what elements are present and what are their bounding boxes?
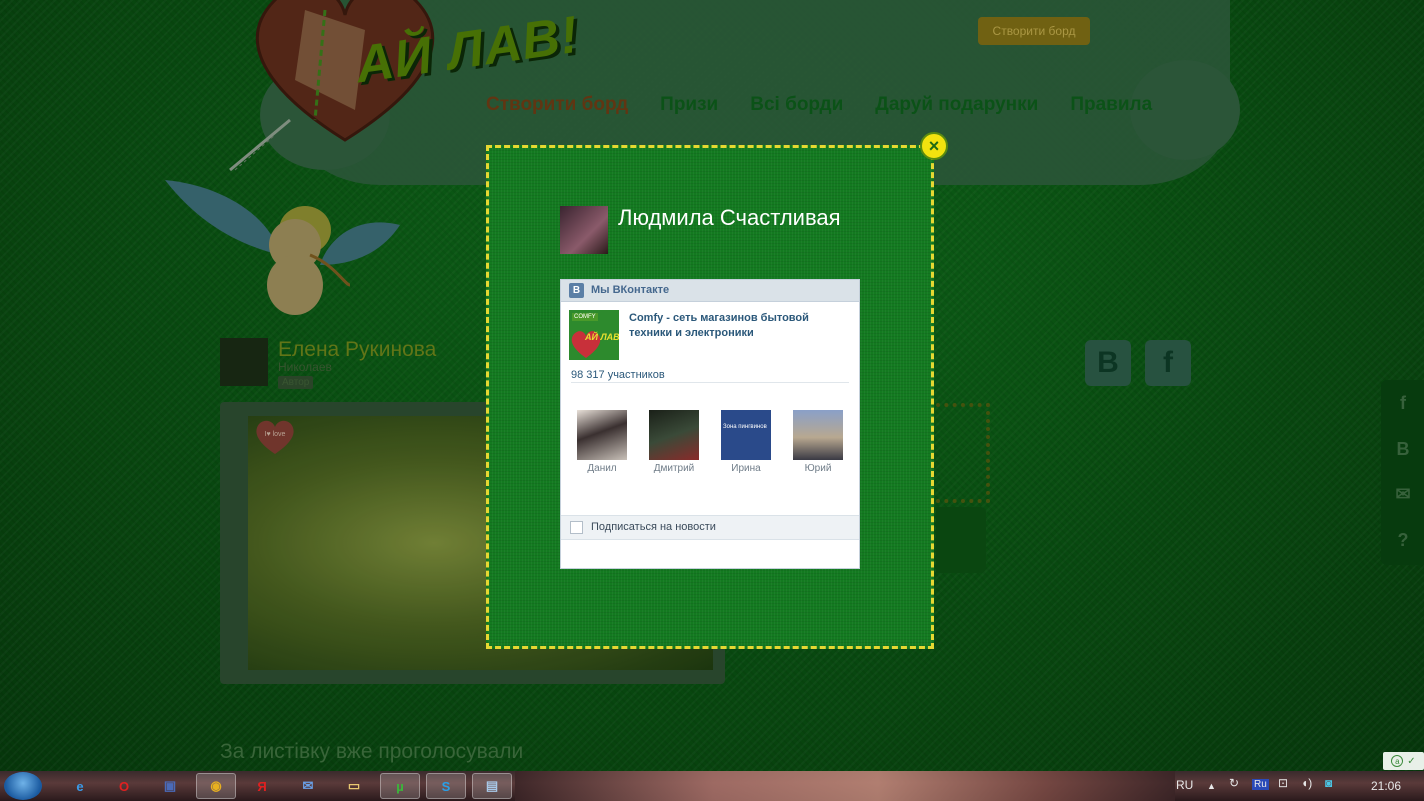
member-photo-caption: Зона пингвинов <box>723 424 767 430</box>
adguard-badge[interactable]: a ✓ <box>1383 752 1424 770</box>
tray-app-icon[interactable]: ◙ <box>1325 776 1332 790</box>
vk-member[interactable]: Дмитрий <box>644 410 704 474</box>
vk-group-image[interactable]: COMFY АЙ ЛАВ! <box>569 310 619 360</box>
skype-icon[interactable]: S <box>426 773 466 799</box>
member-name[interactable]: Ирина <box>716 463 776 474</box>
modal-user-avatar[interactable] <box>560 206 608 254</box>
tray-network-icon[interactable]: ⊡ <box>1278 776 1288 790</box>
vk-members-count[interactable]: 98 317 участников <box>571 369 665 381</box>
member-photo[interactable] <box>793 410 843 460</box>
comfy-logo-label: COMFY <box>572 313 598 321</box>
member-photo[interactable] <box>577 410 627 460</box>
vk-widget-title[interactable]: Мы ВКонтакте <box>591 284 669 296</box>
vk-member[interactable]: Зона пингвинов Ирина <box>716 410 776 474</box>
vk-widget: В Мы ВКонтакте COMFY АЙ ЛАВ! Comfy - сет… <box>560 279 860 569</box>
folder-icon[interactable]: ▭ <box>334 773 374 799</box>
group-logo-text: АЙ ЛАВ! <box>585 332 619 342</box>
vk-subscribe-bar: Подписаться на новости <box>561 515 859 540</box>
divider <box>571 382 849 383</box>
clock[interactable]: 21:06 <box>1371 779 1401 793</box>
language-indicator[interactable]: RU <box>1176 778 1193 792</box>
subscribe-label[interactable]: Подписаться на новости <box>591 521 716 533</box>
opera-icon[interactable]: O <box>104 773 144 799</box>
member-name[interactable]: Данил <box>572 463 632 474</box>
subscribe-checkbox[interactable] <box>570 521 583 534</box>
member-name[interactable]: Дмитрий <box>644 463 704 474</box>
chrome-icon[interactable]: ◉ <box>196 773 236 799</box>
tray-expand-icon[interactable]: ▲ <box>1207 781 1216 791</box>
member-name[interactable]: Юрий <box>788 463 848 474</box>
taskbar-wallpaper <box>515 771 1175 801</box>
ie-icon[interactable]: e <box>60 773 100 799</box>
close-modal-button[interactable]: × <box>920 132 948 160</box>
modal-user-name[interactable]: Людмила Счастливая <box>618 205 841 231</box>
vk-logo-icon: В <box>569 283 584 298</box>
vk-widget-header[interactable]: В Мы ВКонтакте <box>561 280 859 302</box>
vk-group-name[interactable]: Comfy - сеть магазинов бытовой техники и… <box>629 311 854 341</box>
tray-keyboard-icon[interactable]: Ru <box>1252 779 1269 790</box>
member-photo[interactable] <box>649 410 699 460</box>
vk-member[interactable]: Данил <box>572 410 632 474</box>
tray-sync-icon[interactable]: ↻ <box>1229 776 1239 790</box>
notepad-icon[interactable]: ▤ <box>472 773 512 799</box>
mail-app-icon[interactable]: ✉ <box>288 773 328 799</box>
vk-member[interactable]: Юрий <box>788 410 848 474</box>
taskbar: e O ▣ ◉ Я ✉ ▭ µ S ▤ RU ▲ ↻ Ru ⊡ ◖) ◙ 21:… <box>0 771 1424 801</box>
check-icon: ✓ <box>1407 755 1416 767</box>
tray-volume-icon[interactable]: ◖) <box>1301 776 1312 790</box>
yandex-icon[interactable]: Я <box>242 773 282 799</box>
save-icon[interactable]: ▣ <box>150 773 190 799</box>
member-photo[interactable]: Зона пингвинов <box>721 410 771 460</box>
start-button[interactable] <box>4 772 42 800</box>
adguard-icon: a <box>1391 755 1404 767</box>
utorrent-icon[interactable]: µ <box>380 773 420 799</box>
